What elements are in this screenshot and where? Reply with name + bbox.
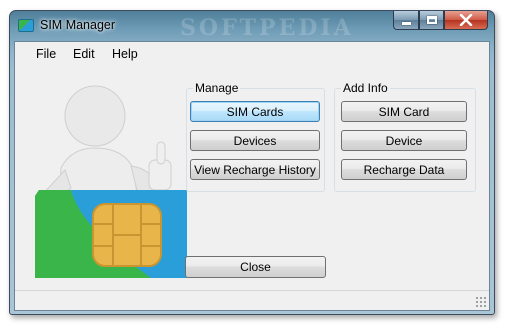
- menu-bar: File Edit Help: [15, 42, 489, 64]
- menu-file[interactable]: File: [36, 47, 56, 61]
- menu-help[interactable]: Help: [112, 47, 138, 61]
- add-info-group: Add Info SIM Card Device Recharge Data: [334, 81, 476, 192]
- title-bar[interactable]: SIM Manager SOFTPEDIA: [10, 11, 494, 41]
- devices-button[interactable]: Devices: [190, 130, 320, 151]
- add-sim-card-button[interactable]: SIM Card: [341, 101, 467, 122]
- sim-mascot-illustration: [35, 85, 187, 278]
- add-info-group-label: Add Info: [341, 81, 390, 95]
- view-recharge-history-button[interactable]: View Recharge History: [190, 159, 320, 180]
- minimize-icon: [401, 22, 411, 25]
- watermark: SOFTPEDIA: [180, 15, 354, 41]
- menu-edit[interactable]: Edit: [73, 47, 95, 61]
- client-area: File Edit Help Manage SIM Cards Devices …: [14, 41, 490, 311]
- manage-group-label: Manage: [193, 81, 241, 95]
- sim-app-icon: [18, 19, 34, 32]
- add-device-button[interactable]: Device: [341, 130, 467, 151]
- add-recharge-data-button[interactable]: Recharge Data: [341, 159, 467, 180]
- sim-cards-button[interactable]: SIM Cards: [190, 101, 320, 122]
- status-bar: [15, 290, 489, 310]
- close-x-icon: [459, 14, 473, 26]
- maximize-icon: [426, 16, 437, 24]
- close-window-button[interactable]: [444, 11, 488, 30]
- maximize-button[interactable]: [419, 11, 444, 30]
- resize-grip[interactable]: [475, 296, 487, 308]
- minimize-button[interactable]: [393, 11, 419, 30]
- manage-group: Manage SIM Cards Devices View Recharge H…: [186, 81, 325, 192]
- close-button[interactable]: Close: [185, 256, 326, 278]
- window-title: SIM Manager: [40, 18, 116, 32]
- app-window: SIM Manager SOFTPEDIA File Edit Help Man…: [9, 10, 495, 315]
